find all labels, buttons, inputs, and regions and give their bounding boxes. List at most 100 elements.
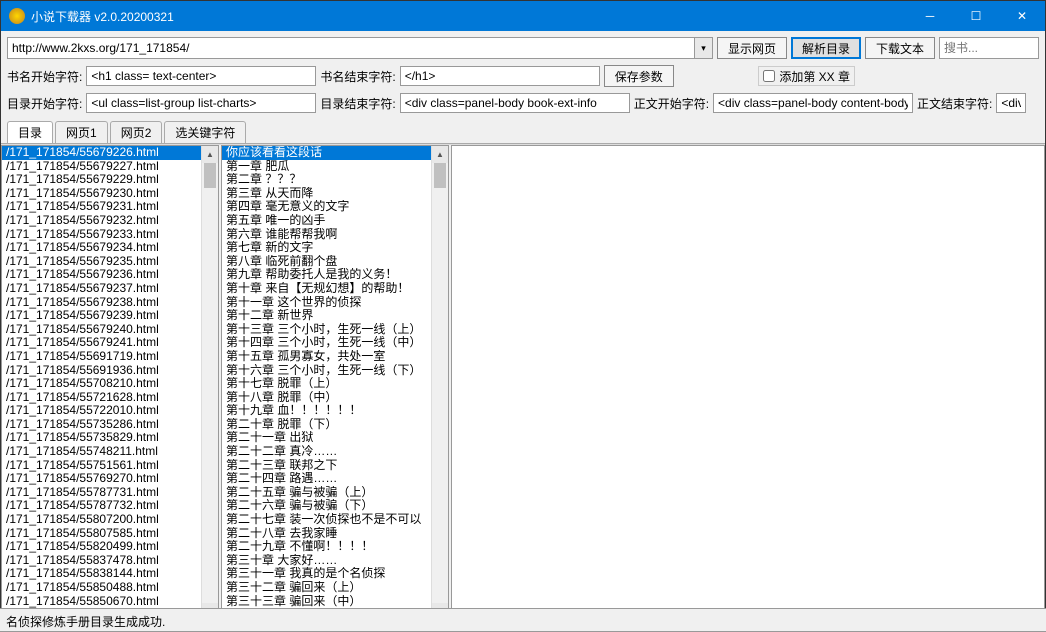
- list-item[interactable]: /171_171854/55735286.html: [2, 418, 218, 432]
- list-item[interactable]: /171_171854/55850670.html: [2, 595, 218, 609]
- list-item[interactable]: /171_171854/55679234.html: [2, 241, 218, 255]
- url-dropdown-icon[interactable]: [695, 37, 713, 59]
- list-item[interactable]: 第二十九章 不懂啊！！！！: [222, 540, 448, 554]
- list-item[interactable]: 第七章 新的文字: [222, 241, 448, 255]
- list-item[interactable]: /171_171854/55691936.html: [2, 364, 218, 378]
- list-item[interactable]: /171_171854/55679232.html: [2, 214, 218, 228]
- add-xx-checkbox-wrap[interactable]: 添加第 XX 章: [758, 66, 855, 86]
- list-item[interactable]: 第十七章 脱罪（上）: [222, 377, 448, 391]
- list-item[interactable]: /171_171854/55769270.html: [2, 472, 218, 486]
- list-item[interactable]: 第十五章 孤男寡女，共处一室: [222, 350, 448, 364]
- list-item[interactable]: 第十三章 三个小时，生死一线（上）: [222, 323, 448, 337]
- url-combobox[interactable]: [7, 37, 713, 59]
- list-item[interactable]: 第十八章 脱罪（中）: [222, 391, 448, 405]
- list-item[interactable]: 第二十章 脱罪（下）: [222, 418, 448, 432]
- tab-web2[interactable]: 网页2: [110, 121, 163, 143]
- save-params-button[interactable]: 保存参数: [604, 65, 674, 87]
- list-item[interactable]: /171_171854/55837478.html: [2, 554, 218, 568]
- list-item[interactable]: /171_171854/55679231.html: [2, 200, 218, 214]
- list-item[interactable]: 第二十三章 联邦之下: [222, 459, 448, 473]
- list-item[interactable]: 第五章 唯一的凶手: [222, 214, 448, 228]
- list-item[interactable]: 第三章 从天而降: [222, 187, 448, 201]
- list-item[interactable]: 第二十五章 骗与被骗（上）: [222, 486, 448, 500]
- list-item[interactable]: 第二十一章 出狱: [222, 431, 448, 445]
- list-item[interactable]: 第六章 谁能帮帮我啊: [222, 228, 448, 242]
- list-item[interactable]: 第二十六章 骗与被骗（下）: [222, 499, 448, 513]
- download-text-button[interactable]: 下载文本: [865, 37, 935, 59]
- list-item[interactable]: 第二十七章 装一次侦探也不是不可以: [222, 513, 448, 527]
- list-item[interactable]: /171_171854/55679241.html: [2, 336, 218, 350]
- tab-toc[interactable]: 目录: [7, 121, 53, 143]
- list-item[interactable]: 你应该看看这段话: [222, 146, 448, 160]
- title-start-input[interactable]: [86, 66, 316, 86]
- list-item[interactable]: 第二章 ？？？: [222, 173, 448, 187]
- list-item[interactable]: 第二十二章 真冷……: [222, 445, 448, 459]
- list-item[interactable]: /171_171854/55679226.html: [2, 146, 218, 160]
- list-item[interactable]: /171_171854/55679235.html: [2, 255, 218, 269]
- list-item[interactable]: /171_171854/55850488.html: [2, 581, 218, 595]
- list-item[interactable]: 第三十章 大家好……: [222, 554, 448, 568]
- list-item[interactable]: /171_171854/55679236.html: [2, 268, 218, 282]
- list-item[interactable]: 第十二章 新世界: [222, 309, 448, 323]
- url-list[interactable]: /171_171854/55679226.html/171_171854/556…: [1, 145, 219, 621]
- list-item[interactable]: /171_171854/55721628.html: [2, 391, 218, 405]
- list-item[interactable]: /171_171854/55807585.html: [2, 527, 218, 541]
- list-item[interactable]: /171_171854/55679240.html: [2, 323, 218, 337]
- list-item[interactable]: /171_171854/55838144.html: [2, 567, 218, 581]
- list-item[interactable]: /171_171854/55679227.html: [2, 160, 218, 174]
- url-input[interactable]: [7, 37, 695, 59]
- list-item[interactable]: /171_171854/55735829.html: [2, 431, 218, 445]
- parse-toc-button[interactable]: 解析目录: [791, 37, 861, 59]
- chapter-list-scrollbar[interactable]: ▲ ▼: [431, 146, 448, 620]
- scroll-thumb[interactable]: [204, 163, 216, 188]
- close-button[interactable]: ✕: [999, 1, 1045, 31]
- show-webpage-button[interactable]: 显示网页: [717, 37, 787, 59]
- list-item[interactable]: 第十四章 三个小时，生死一线（中）: [222, 336, 448, 350]
- list-item[interactable]: 第三十一章 我真的是个名侦探: [222, 567, 448, 581]
- list-item[interactable]: 第九章 帮助委托人是我的义务！: [222, 268, 448, 282]
- chapter-list[interactable]: 你应该看看这段话第一章 肥瓜第二章 ？？？第三章 从天而降第四章 毫无意义的文字…: [221, 145, 449, 621]
- list-item[interactable]: 第十九章 血！！！！！！: [222, 404, 448, 418]
- scroll-up-icon[interactable]: ▲: [432, 146, 448, 163]
- list-item[interactable]: /171_171854/55679230.html: [2, 187, 218, 201]
- title-end-input[interactable]: [400, 66, 600, 86]
- body-start-input[interactable]: [713, 93, 913, 113]
- list-item[interactable]: /171_171854/55679233.html: [2, 228, 218, 242]
- body-end-input[interactable]: [996, 93, 1026, 113]
- list-item[interactable]: /171_171854/55807200.html: [2, 513, 218, 527]
- search-input[interactable]: [939, 37, 1039, 59]
- list-item[interactable]: 第十一章 这个世界的侦探: [222, 296, 448, 310]
- list-item[interactable]: /171_171854/55751561.html: [2, 459, 218, 473]
- list-item[interactable]: 第十章 来自【无规幻想】的帮助！: [222, 282, 448, 296]
- list-item[interactable]: /171_171854/55787731.html: [2, 486, 218, 500]
- maximize-button[interactable]: ☐: [953, 1, 999, 31]
- dir-end-input[interactable]: [400, 93, 630, 113]
- list-item[interactable]: 第三十三章 骗回来（中）: [222, 595, 448, 609]
- list-item[interactable]: /171_171854/55820499.html: [2, 540, 218, 554]
- list-item[interactable]: /171_171854/55679239.html: [2, 309, 218, 323]
- list-item[interactable]: 第十六章 三个小时，生死一线（下）: [222, 364, 448, 378]
- list-item[interactable]: 第三十二章 骗回来（上）: [222, 581, 448, 595]
- list-item[interactable]: /171_171854/55708210.html: [2, 377, 218, 391]
- scroll-thumb[interactable]: [434, 163, 446, 188]
- list-item[interactable]: /171_171854/55722010.html: [2, 404, 218, 418]
- scroll-up-icon[interactable]: ▲: [202, 146, 218, 163]
- body-start-label: 正文开始字符:: [634, 95, 709, 112]
- list-item[interactable]: /171_171854/55679238.html: [2, 296, 218, 310]
- list-item[interactable]: 第四章 毫无意义的文字: [222, 200, 448, 214]
- tab-web1[interactable]: 网页1: [55, 121, 108, 143]
- list-item[interactable]: 第二十四章 路遇……: [222, 472, 448, 486]
- list-item[interactable]: 第一章 肥瓜: [222, 160, 448, 174]
- list-item[interactable]: 第二十八章 去我家睡: [222, 527, 448, 541]
- list-item[interactable]: /171_171854/55787732.html: [2, 499, 218, 513]
- add-xx-checkbox[interactable]: [763, 70, 775, 82]
- list-item[interactable]: /171_171854/55748211.html: [2, 445, 218, 459]
- dir-start-input[interactable]: [86, 93, 316, 113]
- list-item[interactable]: /171_171854/55679237.html: [2, 282, 218, 296]
- list-item[interactable]: /171_171854/55691719.html: [2, 350, 218, 364]
- list-item[interactable]: /171_171854/55679229.html: [2, 173, 218, 187]
- tab-keywords[interactable]: 选关键字符: [164, 121, 246, 143]
- url-list-scrollbar[interactable]: ▲ ▼: [201, 146, 218, 620]
- minimize-button[interactable]: ─: [907, 1, 953, 31]
- list-item[interactable]: 第八章 临死前翻个盘: [222, 255, 448, 269]
